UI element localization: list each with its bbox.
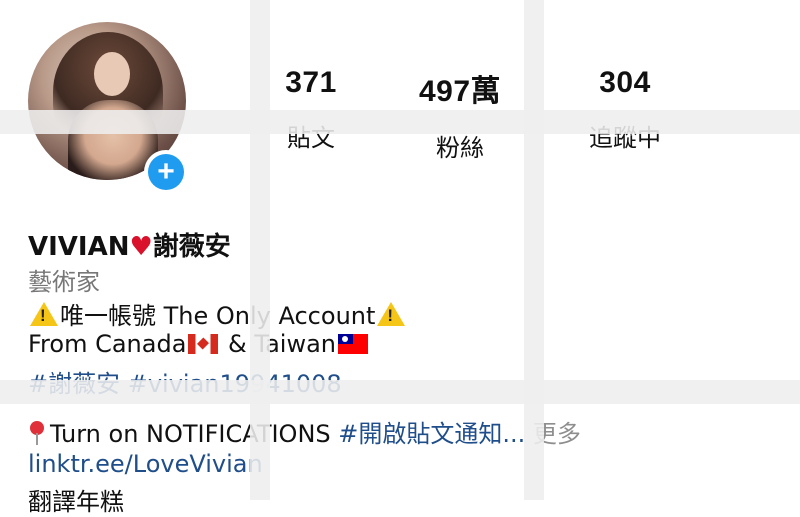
canada-flag-icon	[188, 334, 219, 354]
bio-link[interactable]: linktr.ee/LoveVivian	[28, 450, 263, 478]
stat-posts-label: 貼文	[287, 124, 335, 152]
notif-hashtag[interactable]: #開啟貼文通知...	[338, 420, 525, 448]
stat-followers[interactable]: 497萬 粉絲	[395, 66, 525, 163]
warning-icon	[30, 302, 58, 326]
avatar-face	[94, 52, 130, 96]
bio-from-text: From Canada	[28, 330, 187, 358]
bio-line-2: From Canada & Taiwan	[28, 330, 370, 358]
stat-following-value: 304	[599, 66, 651, 99]
notif-text: Turn on NOTIFICATIONS	[50, 420, 339, 448]
bio-taiwan-text: Taiwan	[254, 330, 337, 358]
warning-icon	[377, 302, 406, 326]
profile-name-suffix: 謝薇安	[152, 232, 231, 262]
profile-category: 藝術家	[28, 268, 100, 296]
heart-icon: ♥	[129, 232, 153, 262]
profile-name: VIVIAN♥謝薇安	[28, 226, 231, 263]
stat-following-label: 追蹤中	[589, 124, 661, 152]
taiwan-flag-icon	[338, 334, 369, 354]
profile-name-text: VIVIAN	[28, 232, 130, 262]
bio-line-1-text: 唯一帳號 The Only Account	[60, 302, 376, 330]
bio-amp-text: &	[220, 330, 255, 358]
stat-posts[interactable]: 371 貼文	[246, 66, 376, 153]
pin-icon	[28, 421, 46, 445]
stat-posts-value: 371	[285, 66, 337, 99]
bio-notification-line: Turn on NOTIFICATIONS #開啟貼文通知... 更多	[28, 414, 581, 449]
plus-icon: +	[148, 154, 184, 190]
bio-hashtags[interactable]: #謝薇安 #vivian19941008	[28, 364, 342, 399]
add-story-button[interactable]: +	[144, 150, 188, 194]
bio-line-1: 唯一帳號 The Only Account	[28, 296, 407, 331]
stat-followers-value: 497萬	[418, 75, 502, 108]
more-button[interactable]: 更多	[525, 420, 581, 448]
stat-following[interactable]: 304 追蹤中	[560, 66, 690, 153]
stat-followers-label: 粉絲	[436, 134, 484, 162]
